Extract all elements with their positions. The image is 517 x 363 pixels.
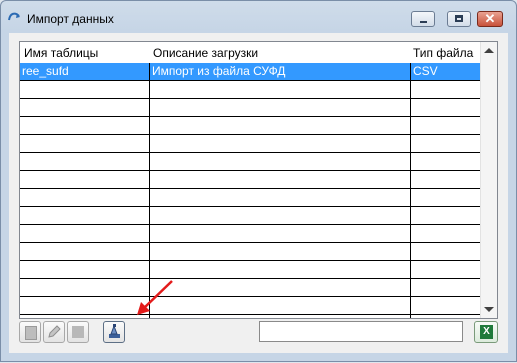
cell-file-type bbox=[411, 171, 480, 188]
cell-file-type bbox=[411, 135, 480, 152]
cell-description bbox=[150, 81, 410, 98]
cell-description bbox=[150, 279, 410, 296]
table-row[interactable] bbox=[20, 171, 481, 189]
cell-table-name bbox=[20, 243, 149, 260]
cell-description: Импорт из файла СУФД bbox=[152, 64, 286, 78]
cell-table-name bbox=[20, 171, 149, 188]
table-row[interactable] bbox=[20, 243, 481, 261]
minimize-button[interactable] bbox=[411, 11, 435, 27]
cell-description bbox=[150, 207, 410, 224]
column-divider bbox=[410, 63, 411, 318]
cell-description bbox=[150, 297, 410, 314]
minimize-icon bbox=[420, 21, 427, 23]
table-row[interactable] bbox=[20, 99, 481, 117]
column-divider bbox=[149, 63, 150, 318]
cell-file-type bbox=[411, 207, 480, 224]
cell-table-name bbox=[20, 297, 149, 314]
table-row[interactable] bbox=[20, 297, 481, 315]
cell-file-type bbox=[411, 261, 480, 278]
table-row[interactable] bbox=[20, 153, 481, 171]
table-row[interactable] bbox=[20, 189, 481, 207]
close-button[interactable]: ✕ bbox=[477, 11, 503, 27]
vertical-scrollbar[interactable] bbox=[480, 42, 497, 318]
cell-table-name bbox=[20, 279, 149, 296]
maximize-icon bbox=[455, 15, 463, 22]
import-window: Импорт данных ✕ Имя таблицы Описание заг… bbox=[0, 0, 517, 362]
table-row[interactable] bbox=[20, 225, 481, 243]
filter-input[interactable] bbox=[259, 321, 463, 342]
table-row[interactable] bbox=[20, 117, 481, 135]
cell-table-name bbox=[20, 99, 149, 116]
window-client: Имя таблицы Описание загрузки Тип файла … bbox=[9, 33, 508, 353]
cell-description bbox=[150, 117, 410, 134]
export-icon bbox=[72, 326, 84, 338]
new-record-button[interactable] bbox=[19, 321, 41, 343]
cell-file-type bbox=[411, 243, 480, 260]
cell-file-type bbox=[411, 225, 480, 242]
cell-description bbox=[150, 189, 410, 206]
cell-description bbox=[150, 153, 410, 170]
column-header-description[interactable]: Описание загрузки bbox=[153, 46, 258, 60]
cell-table-name bbox=[20, 261, 149, 278]
cell-file-type bbox=[411, 81, 480, 98]
cell-description bbox=[150, 135, 410, 152]
export-excel-button[interactable]: X bbox=[474, 321, 498, 343]
import-settings-icon bbox=[109, 324, 120, 338]
maximize-button[interactable] bbox=[447, 11, 471, 27]
cell-table-name bbox=[20, 117, 149, 134]
cell-file-type bbox=[411, 279, 480, 296]
cell-file-type bbox=[411, 297, 480, 314]
window-title: Импорт данных bbox=[27, 12, 114, 26]
export-button[interactable] bbox=[67, 321, 89, 343]
app-icon bbox=[8, 12, 20, 21]
table-row[interactable] bbox=[20, 279, 481, 297]
column-header-file-type[interactable]: Тип файла bbox=[413, 46, 473, 60]
cell-file-type bbox=[411, 99, 480, 116]
cell-file-type bbox=[411, 117, 480, 134]
close-icon: ✕ bbox=[484, 11, 496, 26]
table-row[interactable] bbox=[20, 261, 481, 279]
table-row[interactable]: ree_sufd Импорт из файла СУФД CSV bbox=[20, 63, 481, 81]
cell-file-type bbox=[411, 153, 480, 170]
cell-table-name bbox=[20, 153, 149, 170]
scroll-down-icon[interactable] bbox=[484, 307, 494, 312]
table-row[interactable] bbox=[20, 81, 481, 99]
cell-table-name bbox=[20, 81, 149, 98]
cell-table-name bbox=[20, 207, 149, 224]
column-header-table-name[interactable]: Имя таблицы bbox=[24, 46, 98, 60]
cell-table-name bbox=[20, 189, 149, 206]
scroll-up-icon[interactable] bbox=[484, 48, 494, 53]
cell-table-name bbox=[20, 225, 149, 242]
data-grid: Имя таблицы Описание загрузки Тип файла … bbox=[19, 41, 498, 319]
cell-description bbox=[150, 225, 410, 242]
pencil-icon bbox=[48, 325, 61, 338]
cell-description bbox=[150, 99, 410, 116]
cell-table-name bbox=[20, 135, 149, 152]
cell-description bbox=[150, 171, 410, 188]
grid-header: Имя таблицы Описание загрузки Тип файла bbox=[20, 42, 481, 64]
title-bar: Импорт данных ✕ bbox=[1, 1, 516, 33]
cell-description bbox=[150, 243, 410, 260]
table-row[interactable] bbox=[20, 207, 481, 225]
import-settings-button[interactable] bbox=[103, 321, 125, 343]
cell-description bbox=[150, 261, 410, 278]
excel-icon: X bbox=[480, 325, 493, 339]
cell-file-type bbox=[411, 189, 480, 206]
cell-table-name: ree_sufd bbox=[22, 64, 69, 78]
table-row[interactable] bbox=[20, 135, 481, 153]
document-icon bbox=[25, 326, 37, 340]
cell-file-type: CSV bbox=[413, 64, 438, 78]
edit-button[interactable] bbox=[43, 321, 65, 343]
